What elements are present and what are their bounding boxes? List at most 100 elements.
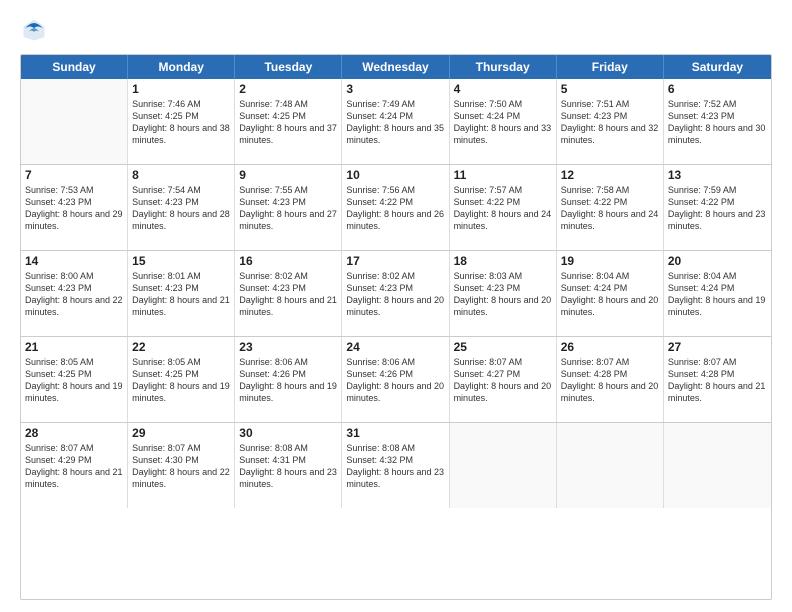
- daylight-label: Daylight: 8 hours and 23 minutes.: [346, 467, 444, 489]
- sunset-value: 4:23 PM: [701, 111, 735, 121]
- day-info: Sunrise: 7:57 AM Sunset: 4:22 PM Dayligh…: [454, 184, 552, 233]
- sunset-value: 4:31 PM: [272, 455, 306, 465]
- day-header: Friday: [557, 55, 664, 79]
- day-info: Sunrise: 8:05 AM Sunset: 4:25 PM Dayligh…: [132, 356, 230, 405]
- sunset-label: Sunset:: [346, 455, 379, 465]
- day-info: Sunrise: 8:07 AM Sunset: 4:27 PM Dayligh…: [454, 356, 552, 405]
- sunset-value: 4:28 PM: [594, 369, 628, 379]
- sunset-label: Sunset:: [668, 197, 701, 207]
- sunrise-value: 8:07 AM: [168, 443, 201, 453]
- sunrise-label: Sunrise:: [132, 185, 168, 195]
- sunset-label: Sunset:: [346, 197, 379, 207]
- sunset-label: Sunset:: [25, 197, 58, 207]
- daylight-label: Daylight: 8 hours and 23 minutes.: [239, 467, 337, 489]
- sunset-label: Sunset:: [561, 197, 594, 207]
- day-number: 5: [561, 82, 659, 96]
- logo: [20, 16, 52, 44]
- daylight-label: Daylight: 8 hours and 27 minutes.: [239, 209, 337, 231]
- daylight-label: Daylight: 8 hours and 21 minutes.: [25, 467, 123, 489]
- sunset-label: Sunset:: [454, 369, 487, 379]
- sunrise-value: 8:06 AM: [382, 357, 415, 367]
- sunset-label: Sunset:: [561, 369, 594, 379]
- sunset-label: Sunset:: [132, 283, 165, 293]
- sunrise-label: Sunrise:: [132, 271, 168, 281]
- day-number: 8: [132, 168, 230, 182]
- sunrise-value: 8:08 AM: [275, 443, 308, 453]
- calendar: SundayMondayTuesdayWednesdayThursdayFrid…: [20, 54, 772, 600]
- header: [20, 16, 772, 44]
- day-info: Sunrise: 8:00 AM Sunset: 4:23 PM Dayligh…: [25, 270, 123, 319]
- daylight-label: Daylight: 8 hours and 35 minutes.: [346, 123, 444, 145]
- sunrise-label: Sunrise:: [561, 99, 597, 109]
- sunset-label: Sunset:: [25, 283, 58, 293]
- daylight-label: Daylight: 8 hours and 22 minutes.: [25, 295, 123, 317]
- calendar-day: 18 Sunrise: 8:03 AM Sunset: 4:23 PM Dayl…: [450, 251, 557, 336]
- sunrise-label: Sunrise:: [346, 185, 382, 195]
- daylight-label: Daylight: 8 hours and 29 minutes.: [25, 209, 123, 231]
- calendar-day: 29 Sunrise: 8:07 AM Sunset: 4:30 PM Dayl…: [128, 423, 235, 508]
- sunset-value: 4:23 PM: [487, 283, 521, 293]
- sunset-value: 4:26 PM: [272, 369, 306, 379]
- calendar-day: 23 Sunrise: 8:06 AM Sunset: 4:26 PM Dayl…: [235, 337, 342, 422]
- daylight-label: Daylight: 8 hours and 32 minutes.: [561, 123, 659, 145]
- daylight-label: Daylight: 8 hours and 19 minutes.: [239, 381, 337, 403]
- daylight-label: Daylight: 8 hours and 20 minutes.: [454, 381, 552, 403]
- calendar-day: 12 Sunrise: 7:58 AM Sunset: 4:22 PM Dayl…: [557, 165, 664, 250]
- calendar-body: 1 Sunrise: 7:46 AM Sunset: 4:25 PM Dayli…: [21, 79, 771, 508]
- calendar-day: 3 Sunrise: 7:49 AM Sunset: 4:24 PM Dayli…: [342, 79, 449, 164]
- daylight-label: Daylight: 8 hours and 21 minutes.: [668, 381, 766, 403]
- sunrise-label: Sunrise:: [239, 357, 275, 367]
- sunrise-value: 7:58 AM: [596, 185, 629, 195]
- calendar-day: 25 Sunrise: 8:07 AM Sunset: 4:27 PM Dayl…: [450, 337, 557, 422]
- calendar-day: 26 Sunrise: 8:07 AM Sunset: 4:28 PM Dayl…: [557, 337, 664, 422]
- sunset-value: 4:32 PM: [379, 455, 413, 465]
- sunrise-label: Sunrise:: [454, 357, 490, 367]
- sunset-value: 4:30 PM: [165, 455, 199, 465]
- day-number: 17: [346, 254, 444, 268]
- sunset-label: Sunset:: [132, 111, 165, 121]
- day-number: 2: [239, 82, 337, 96]
- day-info: Sunrise: 8:02 AM Sunset: 4:23 PM Dayligh…: [239, 270, 337, 319]
- calendar-day: 16 Sunrise: 8:02 AM Sunset: 4:23 PM Dayl…: [235, 251, 342, 336]
- day-info: Sunrise: 8:04 AM Sunset: 4:24 PM Dayligh…: [668, 270, 767, 319]
- sunset-label: Sunset:: [239, 369, 272, 379]
- sunrise-value: 8:06 AM: [275, 357, 308, 367]
- sunset-label: Sunset:: [561, 111, 594, 121]
- calendar-day: 10 Sunrise: 7:56 AM Sunset: 4:22 PM Dayl…: [342, 165, 449, 250]
- sunrise-label: Sunrise:: [239, 185, 275, 195]
- daylight-label: Daylight: 8 hours and 19 minutes.: [25, 381, 123, 403]
- daylight-label: Daylight: 8 hours and 21 minutes.: [132, 295, 230, 317]
- day-header: Tuesday: [235, 55, 342, 79]
- sunset-value: 4:22 PM: [379, 197, 413, 207]
- sunset-label: Sunset:: [346, 111, 379, 121]
- calendar-week: 14 Sunrise: 8:00 AM Sunset: 4:23 PM Dayl…: [21, 250, 771, 336]
- day-info: Sunrise: 7:58 AM Sunset: 4:22 PM Dayligh…: [561, 184, 659, 233]
- day-info: Sunrise: 7:49 AM Sunset: 4:24 PM Dayligh…: [346, 98, 444, 147]
- sunrise-label: Sunrise:: [132, 357, 168, 367]
- day-number: 18: [454, 254, 552, 268]
- day-info: Sunrise: 8:07 AM Sunset: 4:30 PM Dayligh…: [132, 442, 230, 491]
- sunrise-value: 7:50 AM: [489, 99, 522, 109]
- daylight-label: Daylight: 8 hours and 20 minutes.: [561, 295, 659, 317]
- daylight-label: Daylight: 8 hours and 24 minutes.: [454, 209, 552, 231]
- sunset-value: 4:25 PM: [58, 369, 92, 379]
- calendar-day: 24 Sunrise: 8:06 AM Sunset: 4:26 PM Dayl…: [342, 337, 449, 422]
- daylight-label: Daylight: 8 hours and 30 minutes.: [668, 123, 766, 145]
- day-number: 1: [132, 82, 230, 96]
- sunrise-value: 8:03 AM: [489, 271, 522, 281]
- day-number: 12: [561, 168, 659, 182]
- day-info: Sunrise: 8:03 AM Sunset: 4:23 PM Dayligh…: [454, 270, 552, 319]
- day-number: 13: [668, 168, 767, 182]
- daylight-label: Daylight: 8 hours and 20 minutes.: [561, 381, 659, 403]
- sunrise-label: Sunrise:: [346, 99, 382, 109]
- sunset-value: 4:24 PM: [594, 283, 628, 293]
- day-info: Sunrise: 7:50 AM Sunset: 4:24 PM Dayligh…: [454, 98, 552, 147]
- day-number: 31: [346, 426, 444, 440]
- day-number: 27: [668, 340, 767, 354]
- daylight-label: Daylight: 8 hours and 33 minutes.: [454, 123, 552, 145]
- calendar-day: 27 Sunrise: 8:07 AM Sunset: 4:28 PM Dayl…: [664, 337, 771, 422]
- sunset-value: 4:27 PM: [487, 369, 521, 379]
- day-info: Sunrise: 8:02 AM Sunset: 4:23 PM Dayligh…: [346, 270, 444, 319]
- sunrise-label: Sunrise:: [454, 271, 490, 281]
- day-info: Sunrise: 7:55 AM Sunset: 4:23 PM Dayligh…: [239, 184, 337, 233]
